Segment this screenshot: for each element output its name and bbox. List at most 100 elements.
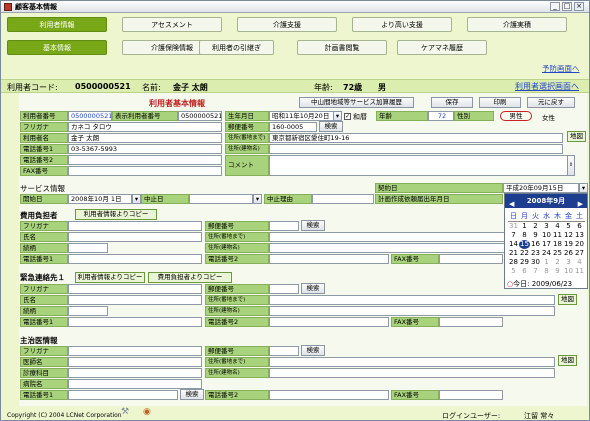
- doctor-map-button[interactable]: 地図: [558, 355, 577, 366]
- calendar-day-selected[interactable]: 15: [519, 239, 530, 249]
- doctor-name-field[interactable]: [68, 357, 202, 367]
- tab-handover[interactable]: 利用者の引継ぎ: [199, 40, 274, 55]
- calendar-day[interactable]: 28: [508, 258, 519, 267]
- calendar-day[interactable]: 27: [574, 249, 585, 258]
- calendar-day[interactable]: 13: [574, 231, 585, 240]
- emergency-copy-payer-button[interactable]: 費用負担者よりコピー: [148, 272, 232, 283]
- emergency-map-button[interactable]: 地図: [558, 294, 577, 305]
- minimize-button[interactable]: _: [550, 2, 560, 11]
- payer-fax-field[interactable]: [439, 254, 503, 264]
- wrench-icon[interactable]: ⚒: [121, 407, 129, 417]
- hospital-field[interactable]: [68, 379, 202, 389]
- calendar-day[interactable]: 18: [552, 240, 563, 249]
- emergency-address1-field[interactable]: [269, 295, 555, 305]
- print-button[interactable]: 印刷: [479, 97, 521, 108]
- tel2-field[interactable]: [68, 155, 222, 165]
- calendar-day[interactable]: 7: [530, 267, 541, 276]
- wareki-checkbox[interactable]: ✓: [344, 113, 351, 120]
- doctor-tel1-field[interactable]: [68, 390, 178, 400]
- calendar-day[interactable]: 26: [563, 249, 574, 258]
- calendar-day[interactable]: 1: [541, 258, 552, 267]
- calendar-day[interactable]: 8: [541, 267, 552, 276]
- payer-relation-field[interactable]: [68, 243, 108, 253]
- stop-date-select[interactable]: [189, 194, 253, 204]
- calendar-day[interactable]: 10: [541, 231, 552, 240]
- emergency-address2-field[interactable]: [269, 306, 555, 316]
- calendar-day[interactable]: 12: [563, 231, 574, 240]
- tel1-field[interactable]: 03-5367-5993: [68, 144, 222, 154]
- user-name-field[interactable]: 金子 太朗: [68, 133, 222, 143]
- emergency-furigana-field[interactable]: [68, 284, 202, 294]
- tab-basic-info[interactable]: 基本情報: [7, 40, 107, 55]
- sex-female-option[interactable]: 女性: [542, 112, 555, 122]
- calendar-day[interactable]: 31: [508, 222, 519, 231]
- user-select-link[interactable]: 利用者選択画面へ: [515, 81, 579, 92]
- calendar-day[interactable]: 2: [530, 222, 541, 231]
- tab-assessment[interactable]: アセスメント: [122, 17, 222, 32]
- stop-date-dropdown-icon[interactable]: ▾: [253, 194, 262, 204]
- sex-male-option[interactable]: 男性: [500, 111, 532, 121]
- calendar-day[interactable]: 3: [563, 258, 574, 267]
- calendar-day[interactable]: 2: [552, 258, 563, 267]
- emergency-zip-search-button[interactable]: 検索: [301, 283, 325, 294]
- payer-name-field[interactable]: [68, 232, 202, 242]
- calendar-day[interactable]: 4: [574, 258, 585, 267]
- fax-field[interactable]: [68, 166, 222, 176]
- birthdate-select[interactable]: 昭和11年10月20日: [269, 111, 341, 121]
- tab-plan-view[interactable]: 計画書閲覧: [297, 40, 387, 55]
- display-number-field[interactable]: 0500000521: [178, 111, 222, 121]
- payer-furigana-field[interactable]: [68, 221, 202, 231]
- calendar-day[interactable]: 10: [563, 267, 574, 276]
- doctor-zip-field[interactable]: [269, 346, 299, 356]
- calendar-today[interactable]: ○今日: 2009/06/23: [507, 279, 572, 289]
- comment-field[interactable]: [269, 155, 573, 176]
- user-number-field[interactable]: 0500000521: [68, 111, 112, 121]
- save-button[interactable]: 保存: [431, 97, 473, 108]
- emergency-copy-user-button[interactable]: 利用者情報よりコピー: [75, 272, 145, 283]
- emergency-zip-field[interactable]: [269, 284, 299, 294]
- doctor-zip-search-button[interactable]: 検索: [301, 345, 325, 356]
- emergency-tel2-field[interactable]: [269, 317, 389, 327]
- tab-care-support[interactable]: 介護支援: [237, 17, 337, 32]
- emergency-name-field[interactable]: [68, 295, 202, 305]
- calendar-day[interactable]: 3: [541, 222, 552, 231]
- close-button[interactable]: ×: [574, 2, 584, 11]
- next-month-icon[interactable]: ▶: [578, 197, 583, 211]
- zip-search-button[interactable]: 検索: [319, 121, 343, 132]
- service-history-button[interactable]: 中山間地域等サービス加算履歴: [299, 97, 414, 108]
- start-date-select[interactable]: 2008年10月 1日: [68, 194, 132, 204]
- doctor-address1-field[interactable]: [269, 357, 555, 367]
- undo-button[interactable]: 元に戻す: [527, 97, 575, 108]
- calendar-day[interactable]: 9: [552, 267, 563, 276]
- calendar-day[interactable]: 22: [519, 249, 530, 258]
- calendar-day[interactable]: 8: [519, 231, 530, 240]
- prev-month-icon[interactable]: ◀: [509, 197, 514, 211]
- calendar-day[interactable]: 6: [519, 267, 530, 276]
- calendar-day[interactable]: 4: [552, 222, 563, 231]
- doctor-address2-field[interactable]: [269, 368, 555, 378]
- tab-higher-support[interactable]: より高い支援: [352, 17, 452, 32]
- contract-date-select[interactable]: 平成20年09月15日: [503, 183, 579, 193]
- stop-reason-field[interactable]: [312, 194, 374, 204]
- help-icon[interactable]: ◉: [143, 407, 151, 417]
- address2-field[interactable]: [269, 144, 563, 154]
- calendar-day[interactable]: 17: [541, 240, 552, 249]
- address1-field[interactable]: 東京都新宿区愛住町19-16: [269, 133, 563, 143]
- calendar-day[interactable]: 11: [552, 231, 563, 240]
- doctor-dept-field[interactable]: [68, 368, 202, 378]
- prevention-screen-link[interactable]: 予防画面へ: [542, 63, 580, 74]
- payer-zip-search-button[interactable]: 検索: [301, 220, 325, 231]
- payer-tel2-field[interactable]: [269, 254, 389, 264]
- calendar-day[interactable]: 30: [530, 258, 541, 267]
- calendar-day[interactable]: 5: [508, 267, 519, 276]
- emergency-relation-field[interactable]: [68, 306, 108, 316]
- calendar-day[interactable]: 14: [508, 240, 519, 249]
- payer-zip-field[interactable]: [269, 221, 299, 231]
- calendar-day[interactable]: 6: [574, 222, 585, 231]
- calendar-day[interactable]: 5: [563, 222, 574, 231]
- tab-user-info[interactable]: 利用者情報: [7, 17, 107, 32]
- calendar-day[interactable]: 19: [563, 240, 574, 249]
- birthdate-dropdown-icon[interactable]: ▾: [333, 111, 342, 121]
- payer-tel1-field[interactable]: [68, 254, 202, 264]
- maximize-button[interactable]: □: [562, 2, 572, 11]
